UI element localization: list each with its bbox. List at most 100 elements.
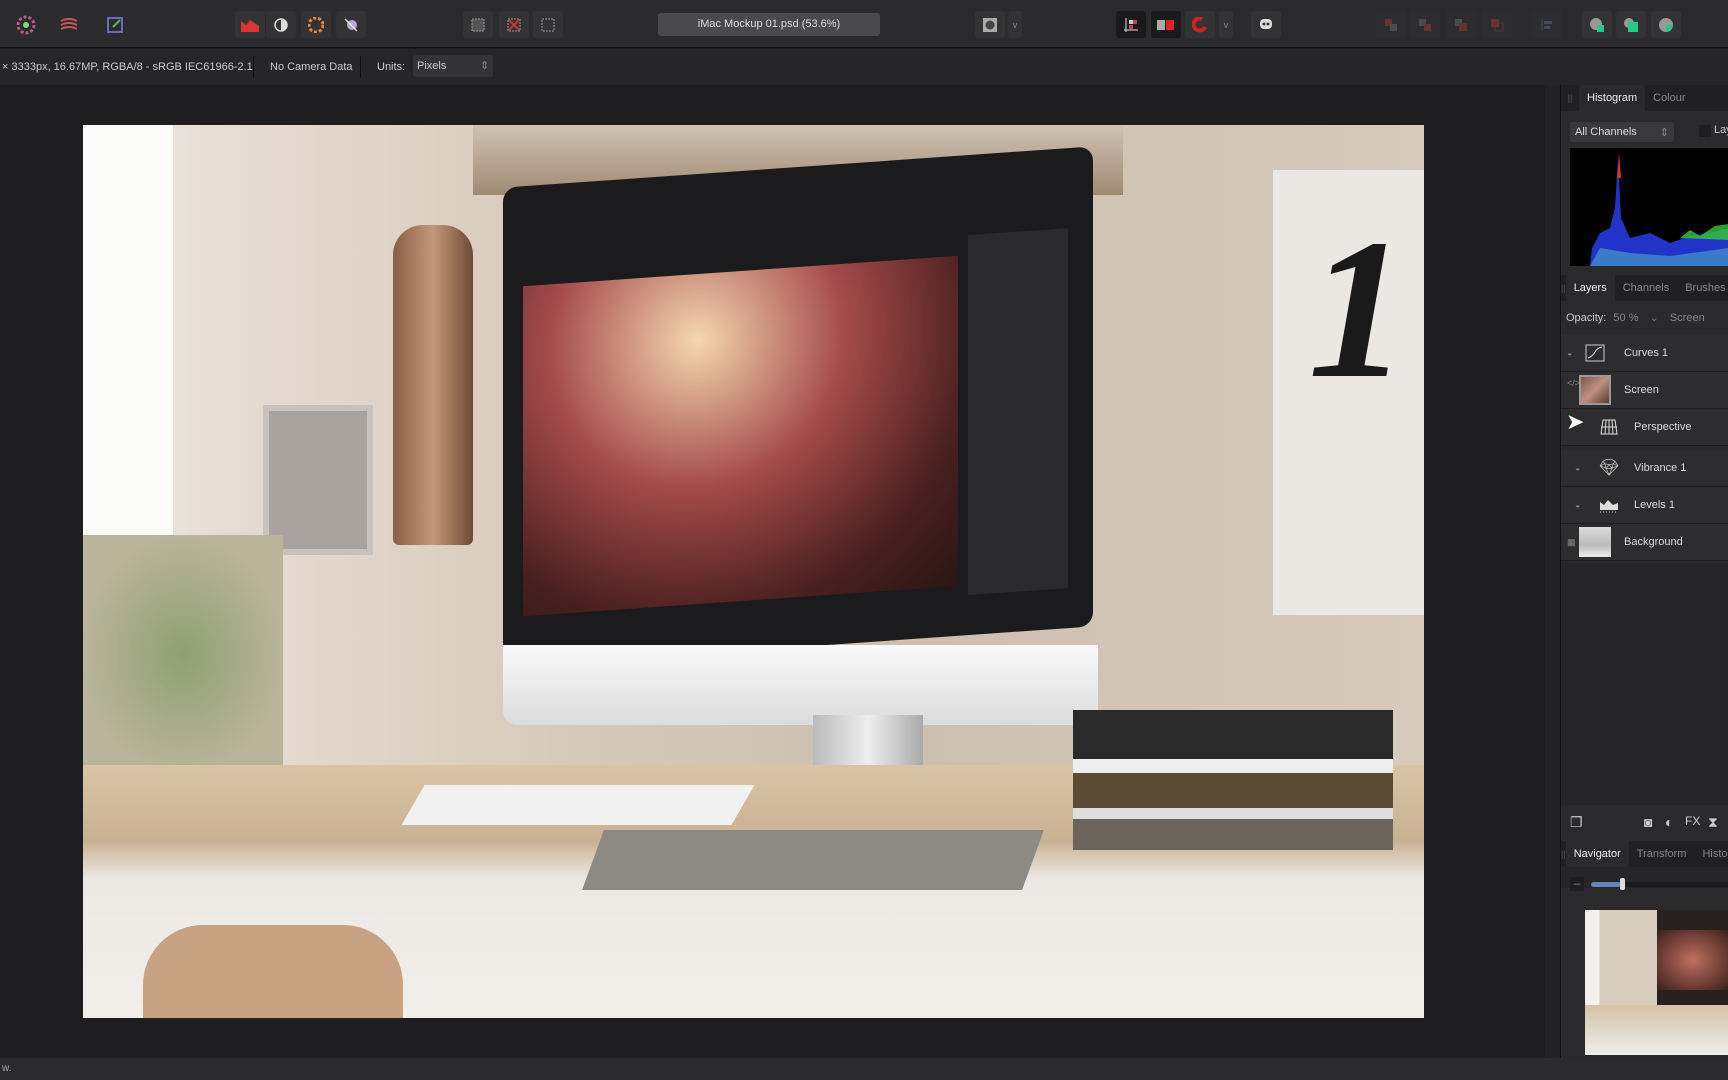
visibility-icon[interactable]: ◒: [1575, 500, 1585, 510]
checker-icon[interactable]: ▦: [1567, 537, 1577, 547]
persona-liquify-icon[interactable]: [54, 11, 84, 38]
tab-transform[interactable]: Transform: [1629, 841, 1695, 867]
layer-thumbnail: [1579, 375, 1611, 405]
divider: [253, 56, 254, 78]
boolean-subtract-icon[interactable]: [1616, 11, 1646, 38]
layer-perspective[interactable]: ➤ Perspective: [1561, 409, 1728, 446]
chevron-down-icon[interactable]: v: [1219, 11, 1233, 38]
select-all-icon[interactable]: [463, 11, 493, 38]
histogram-graph: [1570, 148, 1728, 266]
adjustment-icon[interactable]: ◐: [1665, 814, 1673, 830]
fx-icon[interactable]: FX: [1685, 814, 1700, 828]
document-canvas-image[interactable]: 1: [83, 125, 1424, 1018]
layer-screen[interactable]: </> Screen: [1561, 372, 1728, 409]
arrange-back-icon[interactable]: [1376, 11, 1406, 38]
layer-name: Screen: [1624, 384, 1659, 396]
panel-gutter: [1545, 85, 1560, 1058]
studio-panel: || Histogram Colour All Channels ⇕ Lay ||…: [1560, 85, 1728, 1058]
persona-export-icon[interactable]: [100, 11, 130, 38]
boolean-add-icon[interactable]: [1582, 11, 1612, 38]
levels-icon: [1593, 490, 1625, 520]
arrange-forward-icon[interactable]: [1446, 11, 1476, 38]
mouse-cursor-icon: ➤: [1566, 409, 1585, 434]
opacity-label: Opacity:: [1566, 312, 1607, 324]
tab-channels[interactable]: Channels: [1615, 275, 1677, 301]
camera-info: No Camera Data: [270, 61, 353, 73]
layer-name: Vibrance 1: [1634, 462, 1687, 474]
chevron-down-icon[interactable]: v: [1008, 11, 1022, 38]
visibility-icon[interactable]: ◒: [1567, 348, 1577, 358]
status-text: w.: [2, 1063, 12, 1074]
layer-name: Perspective: [1634, 421, 1692, 433]
quick-mask-icon[interactable]: [975, 11, 1005, 38]
layer-background[interactable]: ▦ Background: [1561, 524, 1728, 561]
zoom-slider[interactable]: [1591, 878, 1728, 890]
force-pixel-align-icon[interactable]: [1185, 11, 1215, 38]
assistant-icon[interactable]: [1251, 11, 1281, 38]
auto-contrast-icon[interactable]: [266, 11, 296, 38]
zoom-out-button[interactable]: –: [1570, 877, 1584, 891]
layer-vibrance[interactable]: ◒ 💎︎ Vibrance 1: [1561, 450, 1728, 487]
arrange-backward-icon[interactable]: [1410, 11, 1440, 38]
channels-select[interactable]: All Channels ⇕: [1570, 122, 1674, 142]
tab-brushes[interactable]: Brushes: [1677, 275, 1728, 301]
photo-frame: [263, 405, 373, 555]
plant: [83, 535, 283, 775]
layer-name: Curves 1: [1624, 347, 1669, 359]
auto-levels-icon[interactable]: [235, 11, 265, 38]
perspective-grid-icon: [1593, 412, 1625, 442]
persona-photo-icon[interactable]: [11, 11, 41, 38]
snapping-icon[interactable]: [1116, 11, 1146, 38]
tab-histogram[interactable]: Histogram: [1579, 85, 1646, 111]
arrange-front-icon[interactable]: [1482, 11, 1512, 38]
boolean-intersect-icon[interactable]: [1651, 11, 1681, 38]
context-toolbar: × 3333px, 16.67MP, RGBA/8 - sRGB IEC6196…: [0, 49, 1728, 85]
chair: [143, 925, 403, 1018]
channels-value: All Channels: [1575, 126, 1637, 138]
layer-levels[interactable]: ◒ Levels 1: [1561, 487, 1728, 524]
mirror-icon[interactable]: [1151, 11, 1181, 38]
stepper-icon: ⇕: [480, 60, 490, 72]
tab-history[interactable]: Histo: [1694, 841, 1728, 867]
chevron-down-icon[interactable]: ⌄: [1650, 312, 1659, 324]
curves-icon: [1579, 338, 1611, 368]
units-label: Units:: [377, 61, 406, 73]
toolbar: iMac Mockup 01.psd (53.6%) v v: [0, 0, 1728, 48]
mask-icon[interactable]: ◙: [1644, 814, 1652, 830]
align-icon[interactable]: [1532, 11, 1562, 38]
grip-icon[interactable]: ||: [1561, 85, 1579, 111]
tab-colour[interactable]: Colour: [1645, 85, 1693, 111]
keyboard: [401, 785, 755, 825]
layers-tabs: || Layers Channels Brushes: [1561, 275, 1728, 301]
navigator-preview[interactable]: [1585, 910, 1728, 1055]
layer-thumbnail: [1579, 527, 1611, 557]
layer-name: Levels 1: [1634, 499, 1675, 511]
tablet: [582, 830, 1044, 890]
calendar-poster: 1: [1273, 170, 1424, 615]
invert-selection-icon[interactable]: [533, 11, 563, 38]
divider: [360, 56, 361, 78]
imac-chin: [503, 645, 1098, 725]
units-value: Pixels: [417, 60, 447, 72]
units-select[interactable]: Pixels ⇕: [413, 55, 493, 77]
layer-duplicate-icon[interactable]: ❐: [1570, 814, 1583, 831]
navigator-tabs: || Navigator Transform Histo: [1561, 841, 1728, 867]
live-filter-icon[interactable]: ⧗: [1708, 814, 1718, 831]
diamond-icon: 💎︎: [1598, 460, 1620, 477]
layers-bottom-toolbar: ❐ ◙ ◐ FX ⧗: [1561, 805, 1728, 841]
blend-mode-select[interactable]: Screen: [1670, 312, 1705, 324]
visibility-icon[interactable]: ◒: [1575, 463, 1585, 473]
imac-screen: [503, 146, 1093, 668]
opacity-value[interactable]: 50 %: [1613, 312, 1638, 324]
deselect-icon[interactable]: [499, 11, 529, 38]
layer-checkbox[interactable]: [1699, 125, 1711, 137]
layer-curves[interactable]: ◒ Curves 1: [1561, 335, 1728, 372]
auto-colour-icon[interactable]: [301, 11, 331, 38]
image-info: × 3333px, 16.67MP, RGBA/8 - sRGB IEC6196…: [2, 61, 253, 73]
auto-white-balance-icon[interactable]: [336, 11, 366, 38]
document-title[interactable]: iMac Mockup 01.psd (53.6%): [658, 13, 880, 36]
layer-checkbox-label: Lay: [1714, 124, 1728, 136]
tab-layers[interactable]: Layers: [1565, 275, 1615, 301]
code-icon[interactable]: </>: [1567, 378, 1580, 388]
tab-navigator[interactable]: Navigator: [1565, 841, 1629, 867]
